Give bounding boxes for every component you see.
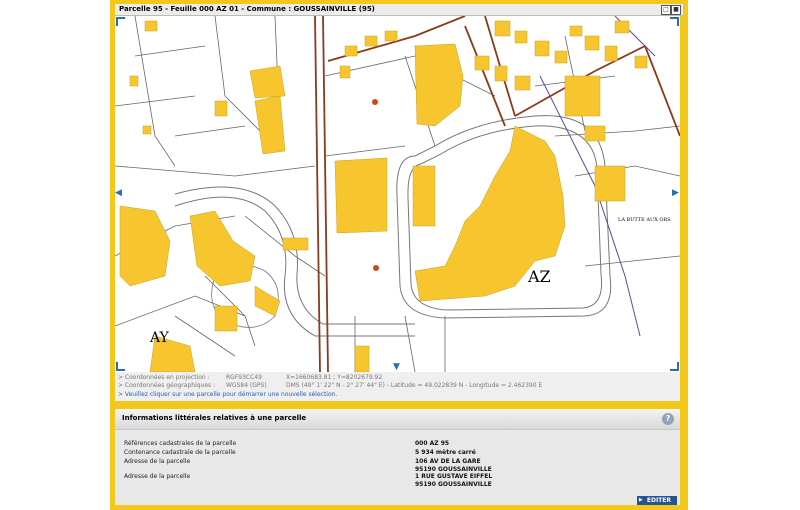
place-label: LA BUTTE AUX ORS (618, 217, 671, 223)
section-label-ay: AY (149, 330, 170, 346)
row-value: 95190 GOUSSAINVILLE (415, 466, 492, 473)
geographic-system: WGS84 (GPS) (226, 382, 267, 389)
parcel-dot[interactable] (373, 265, 379, 271)
edit-button[interactable]: EDITER (636, 496, 677, 505)
map-canvas[interactable]: AZ AY LA BUTTE AUX ORS (115, 16, 680, 372)
section-label-az: AZ (527, 267, 551, 286)
window-title: Parcelle 95 - Feuille 000 AZ 01 - Commun… (119, 5, 375, 13)
geographic-row: > Coordonnées géographiques : WGS84 (GPS… (118, 382, 542, 389)
arrow-down-icon[interactable]: ▼ (393, 363, 400, 372)
buildings (119, 20, 648, 372)
projection-row: > Coordonnées en projection : RGF93CC49 … (118, 374, 382, 381)
coordinates-bar: > Coordonnées en projection : RGF93CC49 … (115, 372, 680, 401)
row-label: Adresse de la parcelle (124, 473, 191, 480)
geographic-value: DMS (49° 1' 22" N - 2° 27' 44" E) - Lati… (286, 382, 543, 389)
row-value: 5 934 mètre carré (415, 449, 476, 456)
row-label: Adresse de la parcelle (124, 458, 191, 465)
row-label: Contenance cadastrale de la parcelle (124, 449, 236, 456)
row-value: 1 RUE GUSTAVE EIFFEL (415, 473, 493, 480)
arrow-left-icon[interactable]: ◀ (115, 189, 122, 198)
parcel-dot[interactable] (372, 99, 378, 105)
restore-icon[interactable]: □ (661, 5, 671, 15)
panel-title: Informations littérales relatives à une … (122, 414, 307, 422)
arrow-right-icon[interactable]: ▶ (672, 189, 679, 198)
panel-header: Informations littérales relatives à une … (115, 409, 680, 430)
row-value: 95190 GOUSSAINVILLE (415, 481, 492, 488)
geographic-label: > Coordonnées géographiques : (118, 382, 216, 389)
parcel-info-panel: Informations littérales relatives à une … (115, 409, 680, 505)
row-value: 000 AZ 95 (415, 440, 450, 447)
projection-system: RGF93CC49 (226, 374, 262, 381)
projection-label: > Coordonnées en projection : (118, 374, 210, 381)
row-value: 106 AV DE LA GARE (415, 458, 481, 465)
window-titlebar: Parcelle 95 - Feuille 000 AZ 01 - Commun… (115, 4, 683, 16)
help-icon[interactable]: ? (662, 413, 674, 425)
selection-message: > Veuillez cliquer sur une parcelle pour… (118, 391, 338, 398)
cadastral-map[interactable]: AZ AY LA BUTTE AUX ORS ◀ ▶ ▼ (115, 16, 680, 372)
row-label: Références cadastrales de la parcelle (124, 440, 237, 447)
maximize-icon[interactable]: ■ (671, 5, 681, 15)
projection-value: X=1660683.81 ; Y=8202679.92 (286, 374, 383, 381)
